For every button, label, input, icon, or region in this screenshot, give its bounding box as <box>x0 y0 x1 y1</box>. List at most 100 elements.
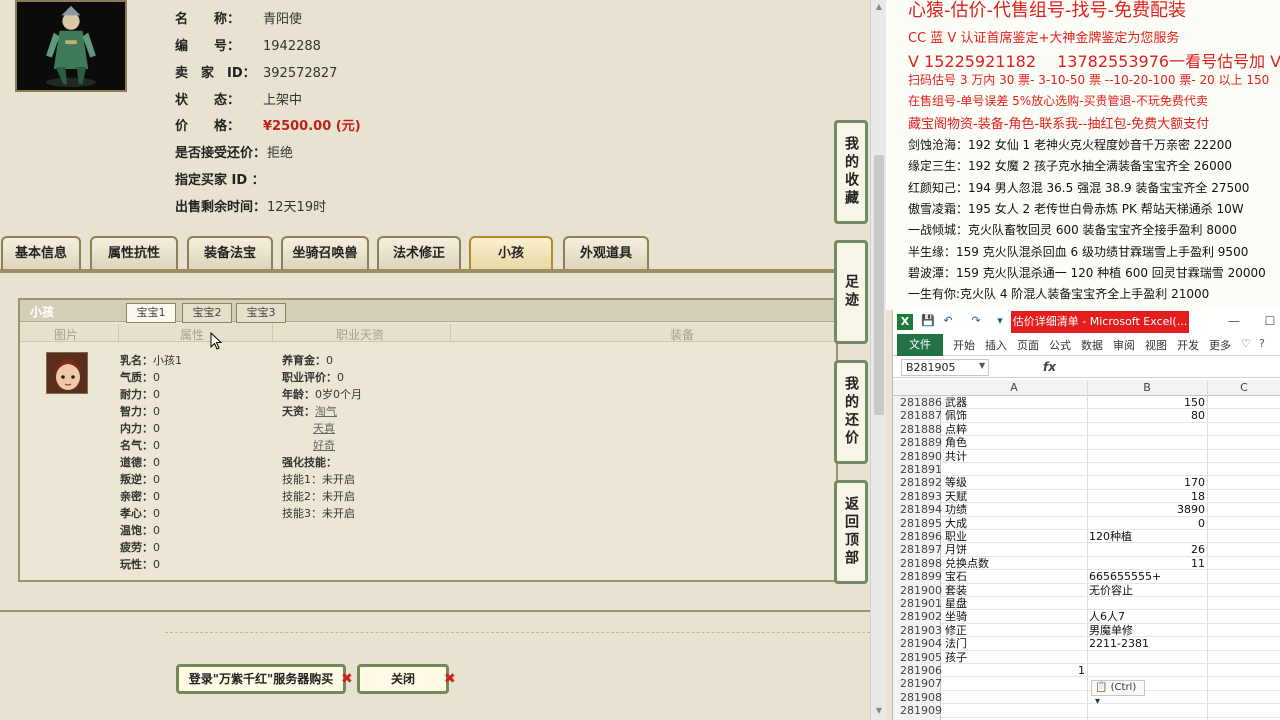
row-number[interactable]: 281887 <box>893 409 942 423</box>
my-offers-button[interactable]: 我的还价 <box>834 360 868 464</box>
ribbon-tab-data[interactable]: 数据 <box>1081 337 1103 353</box>
close-button[interactable]: 关闭 <box>357 664 449 694</box>
sheet-row[interactable]: 281886 武器 150 <box>893 396 1280 410</box>
cell-a[interactable]: 功绩 <box>945 503 1085 516</box>
cell-b[interactable]: 无价容止 <box>1089 584 1205 597</box>
sheet-row[interactable]: 281888 点粹 <box>893 422 1280 437</box>
column-header-a[interactable]: A <box>941 381 1087 394</box>
sheet-row[interactable]: 281899 宝石 665655555+ <box>893 570 1280 584</box>
row-number[interactable]: 281888 <box>893 422 942 437</box>
scroll-down-icon[interactable]: ▼ <box>874 706 884 716</box>
my-favorites-button[interactable]: 我的收藏 <box>834 120 868 224</box>
cell-a[interactable]: 武器 <box>945 396 1085 409</box>
column-header-b[interactable]: B <box>1087 381 1207 394</box>
ribbon-tab-developer[interactable]: 开发 <box>1177 337 1199 353</box>
ribbon-tab-page[interactable]: 页面 <box>1017 337 1039 353</box>
subtab-baby-3[interactable]: 宝宝3 <box>236 303 286 323</box>
cell-a[interactable]: 点粹 <box>945 423 1085 436</box>
ribbon-tab-home[interactable]: 开始 <box>953 337 975 353</box>
tab-children[interactable]: 小孩 <box>469 236 553 270</box>
paste-options-button[interactable]: 📋 (Ctrl) ▾ <box>1091 680 1145 707</box>
cell-a[interactable]: 角色 <box>945 436 1085 449</box>
cell-b[interactable]: 120种植 <box>1089 530 1205 543</box>
tab-appearance[interactable]: 外观道具 <box>563 236 649 270</box>
cell-b[interactable]: 0 <box>1089 517 1205 530</box>
row-number[interactable]: 281890 <box>893 449 942 463</box>
ribbon-tab-file[interactable]: 文件 <box>897 334 943 356</box>
maximize-icon[interactable]: ☐ <box>1261 312 1279 330</box>
login-buy-button[interactable]: 登录"万紫千红"服务器购买 <box>176 664 346 694</box>
row-number[interactable]: 281905 <box>893 650 942 664</box>
sheet-row[interactable]: 281907 <box>893 677 1280 691</box>
row-number[interactable]: 281903 <box>893 623 942 638</box>
sheet-row[interactable]: 281901 星盘 <box>893 597 1280 611</box>
cell-a[interactable]: 孩子 <box>945 651 1085 664</box>
heart-icon[interactable]: ♡ <box>1241 337 1251 350</box>
tab-basic-info[interactable]: 基本信息 <box>1 236 81 270</box>
cell-b[interactable]: 3890 <box>1089 503 1205 516</box>
cell-a[interactable]: 修正 <box>945 624 1085 637</box>
save-icon[interactable]: 💾 <box>921 314 935 328</box>
row-number[interactable]: 281909 <box>893 704 942 718</box>
sheet-row[interactable]: 281896 职业 120种植 <box>893 530 1280 544</box>
page-scrollbar[interactable]: ▲ ▼ <box>870 0 886 720</box>
row-number[interactable]: 281899 <box>893 570 942 584</box>
cell-a[interactable]: 兑换点数 <box>945 557 1085 570</box>
footprint-button[interactable]: 足迹 <box>834 240 868 344</box>
cell-a[interactable]: 职业 <box>945 530 1085 543</box>
cell-a[interactable]: 月饼 <box>945 543 1085 556</box>
sheet-row[interactable]: 281903 修正 男魔单修 <box>893 623 1280 638</box>
row-number[interactable]: 281904 <box>893 637 942 651</box>
column-header-c[interactable]: C <box>1207 381 1280 394</box>
cell-a[interactable]: 共计 <box>945 450 1085 463</box>
sheet-row[interactable]: 281909 <box>893 704 1280 718</box>
cell-b[interactable]: 170 <box>1089 476 1205 489</box>
row-number[interactable]: 281897 <box>893 543 942 557</box>
cell-b[interactable]: 80 <box>1089 409 1205 422</box>
row-number[interactable]: 281896 <box>893 530 942 544</box>
cell-b[interactable]: 18 <box>1089 490 1205 503</box>
cell-a[interactable]: 星盘 <box>945 597 1085 610</box>
sheet-row[interactable]: 281892 等级 170 <box>893 476 1280 490</box>
row-number[interactable]: 281906 <box>893 664 942 678</box>
aptitude-link[interactable]: 淘气 <box>315 405 337 418</box>
cell-b[interactable]: 2211-2381 <box>1089 637 1205 650</box>
cell-a[interactable]: 坐骑 <box>945 610 1085 623</box>
cell-b[interactable]: 26 <box>1089 543 1205 556</box>
aptitude-link[interactable]: 天真 <box>313 422 335 435</box>
sheet-row[interactable]: 281908 <box>893 690 1280 705</box>
cell-a[interactable]: 佩饰 <box>945 409 1085 422</box>
cell-a[interactable]: 1 <box>945 664 1085 677</box>
name-box-dropdown-icon[interactable]: ▼ <box>979 361 985 370</box>
fx-icon[interactable]: fx <box>1043 360 1056 374</box>
subtab-baby-1[interactable]: 宝宝1 <box>126 303 176 323</box>
cell-a[interactable]: 天赋 <box>945 490 1085 503</box>
ribbon-tab-review[interactable]: 审阅 <box>1113 337 1135 353</box>
undo-icon[interactable]: ↶ <box>941 314 955 328</box>
sheet-row[interactable]: 281889 角色 <box>893 436 1280 450</box>
cell-a[interactable]: 大成 <box>945 517 1085 530</box>
row-number[interactable]: 281889 <box>893 436 942 450</box>
aptitude-link[interactable]: 好奇 <box>313 439 335 452</box>
sheet-row[interactable]: 281893 天赋 18 <box>893 489 1280 504</box>
cell-a[interactable]: 法门 <box>945 637 1085 650</box>
ribbon-tab-insert[interactable]: 插入 <box>985 337 1007 353</box>
redo-icon[interactable]: ↷ <box>969 314 983 328</box>
customize-toolbar-icon[interactable]: ▾ <box>993 314 1007 328</box>
ribbon-tab-view[interactable]: 视图 <box>1145 337 1167 353</box>
sheet-row[interactable]: 281895 大成 0 <box>893 516 1280 530</box>
sheet-row[interactable]: 281905 孩子 <box>893 650 1280 664</box>
sheet-row[interactable]: 281887 佩饰 80 <box>893 409 1280 423</box>
row-number[interactable]: 281891 <box>893 463 942 477</box>
row-number[interactable]: 281908 <box>893 690 942 705</box>
row-number[interactable]: 281902 <box>893 610 942 624</box>
row-number[interactable]: 281892 <box>893 476 942 490</box>
scrollbar-thumb[interactable] <box>874 155 884 415</box>
row-number[interactable]: 281886 <box>893 396 942 410</box>
sheet-row[interactable]: 281902 坐骑 人6人7 <box>893 610 1280 624</box>
help-icon[interactable]: ? <box>1259 337 1265 350</box>
cell-b[interactable]: 11 <box>1089 557 1205 570</box>
row-number[interactable]: 281907 <box>893 677 942 691</box>
sheet-row[interactable]: 281897 月饼 26 <box>893 543 1280 557</box>
cell-b[interactable]: 男魔单修 <box>1089 624 1205 637</box>
